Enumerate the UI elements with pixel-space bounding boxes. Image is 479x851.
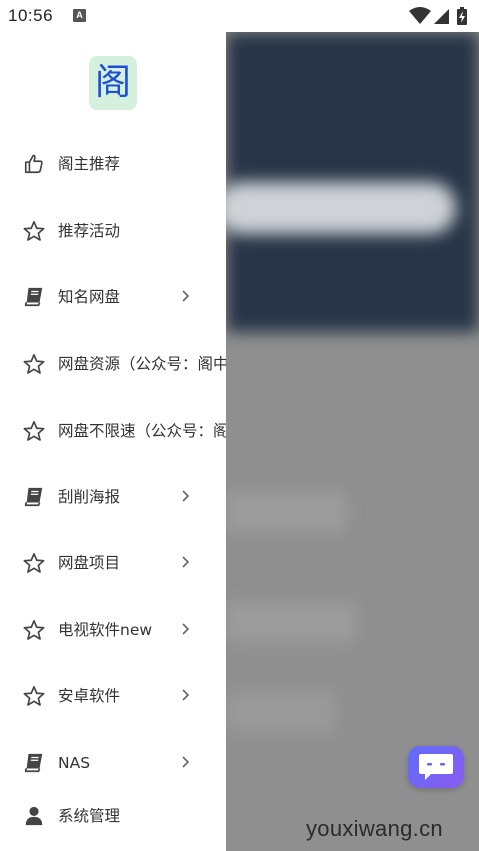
menu-item-label: 网盘不限速（公众号：阁 [58, 422, 226, 440]
menu-item-label: 电视软件new [58, 621, 153, 639]
chevron-right-icon [182, 623, 190, 635]
status-icons [409, 7, 473, 25]
star-icon [23, 221, 45, 241]
wifi-icon [409, 7, 431, 24]
background-app-scrim[interactable] [226, 32, 479, 851]
watermark: youxiwang.cn [306, 816, 443, 841]
menu-item-label: 推荐活动 [58, 222, 121, 240]
chat-button[interactable] [408, 746, 464, 788]
menu-item-netdisk-projects[interactable]: 网盘项目 [0, 538, 226, 588]
status-time: 10:56 [8, 6, 54, 25]
chevron-right-icon [182, 756, 190, 768]
menu-item-nas[interactable]: NAS [0, 738, 226, 788]
book-icon [24, 487, 43, 507]
background-content-blur [226, 492, 346, 532]
menu-item-android-software[interactable]: 安卓软件 [0, 671, 226, 721]
chevron-right-icon [182, 490, 190, 502]
menu-item-system-admin[interactable]: 系统管理 [0, 791, 226, 841]
menu-item-label: NAS [58, 754, 91, 772]
menu-item-netdisk[interactable]: 知名网盘 [0, 272, 226, 322]
star-icon [23, 421, 45, 441]
menu-item-label: 阁主推荐 [58, 155, 121, 173]
menu-item-label: 系统管理 [58, 807, 121, 825]
logo-char: 阁 [94, 62, 131, 103]
chat-icon [419, 754, 453, 780]
menu-item-activities[interactable]: 推荐活动 [0, 206, 226, 256]
star-icon [23, 553, 45, 573]
menu-item-scrape-posters[interactable]: 刮削海报 [0, 472, 226, 522]
background-content-blur [226, 602, 356, 642]
navigation-drawer: 阁 阁主推荐 推荐活动 知名网盘 网盘资源（公众号：阁中 网盘不限速（公众号：阁… [0, 32, 226, 851]
background-search-blur [226, 182, 456, 234]
star-icon [23, 620, 45, 640]
user-icon [25, 806, 43, 826]
menu-item-label: 安卓软件 [58, 687, 121, 705]
menu-item-label: 网盘资源（公众号：阁中 [58, 355, 226, 373]
app-logo: 阁 [89, 56, 137, 110]
menu-item-netdisk-resources[interactable]: 网盘资源（公众号：阁中 [0, 339, 226, 389]
status-bar: 10:56 A [0, 0, 479, 32]
chevron-right-icon [182, 556, 190, 568]
notification-badge: A [73, 9, 86, 22]
chevron-right-icon [182, 689, 190, 701]
thumbs-up-icon [24, 154, 43, 174]
star-icon [23, 686, 45, 706]
menu-item-netdisk-unlimited[interactable]: 网盘不限速（公众号：阁 [0, 406, 226, 456]
background-content-blur [226, 692, 336, 732]
book-icon [24, 287, 43, 307]
book-icon [24, 753, 43, 773]
chevron-right-icon [182, 290, 190, 302]
menu-item-label: 知名网盘 [58, 288, 121, 306]
menu-item-tv-software[interactable]: 电视软件new [0, 605, 226, 655]
signal-icon [434, 9, 449, 24]
menu-item-label: 刮削海报 [58, 488, 121, 506]
menu-item-label: 网盘项目 [58, 554, 121, 572]
battery-charging-icon [457, 7, 467, 25]
star-icon [23, 354, 45, 374]
menu-item-recommend[interactable]: 阁主推荐 [0, 139, 226, 189]
